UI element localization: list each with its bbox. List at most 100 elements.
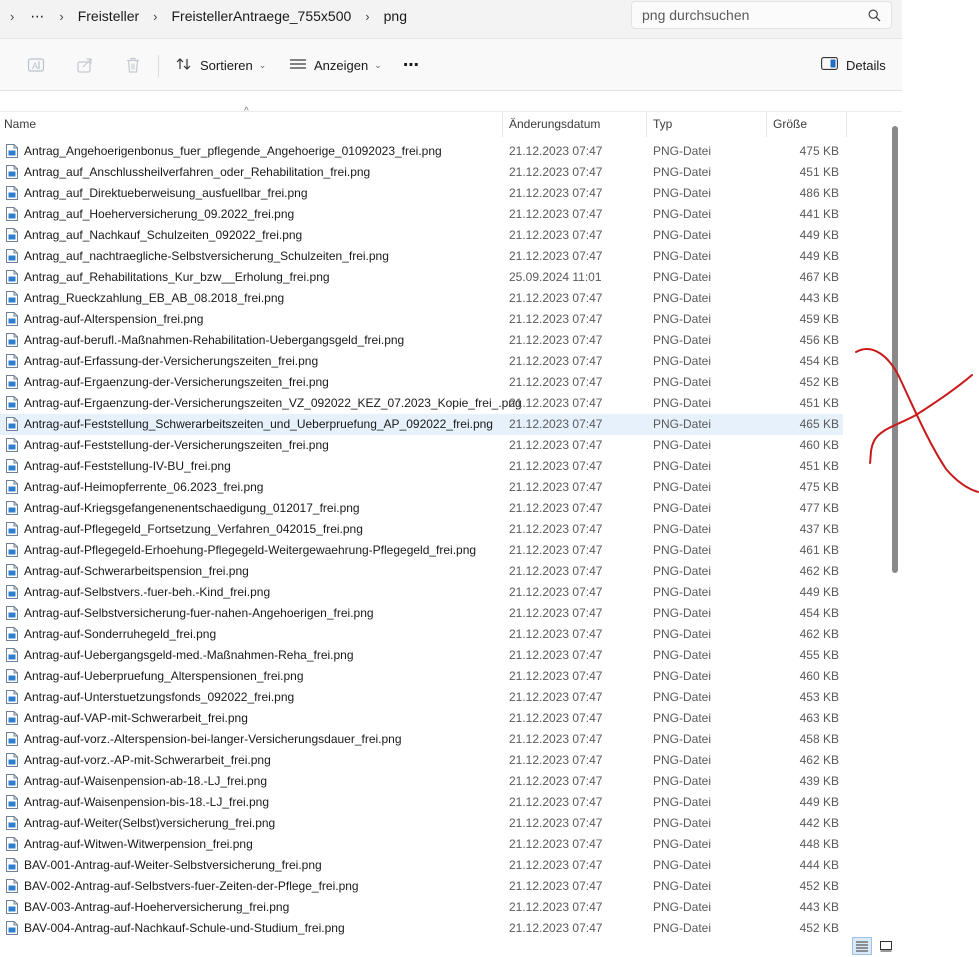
file-row[interactable]: Antrag-auf-Waisenpension-bis-18.-LJ_frei…	[0, 792, 843, 813]
file-row[interactable]: Antrag-auf-Selbstvers.-fuer-beh.-Kind_fr…	[0, 582, 843, 603]
png-file-icon	[6, 858, 18, 872]
share-icon[interactable]	[74, 54, 96, 76]
column-header-size[interactable]: Größe	[773, 112, 807, 137]
png-file-icon	[6, 627, 18, 641]
file-size: 454 KB	[799, 354, 839, 368]
png-file-icon	[6, 186, 18, 200]
file-row[interactable]: Antrag-auf-Witwen-Witwerpension_frei.png…	[0, 834, 843, 855]
file-size: 453 KB	[799, 690, 839, 704]
file-type: PNG-Datei	[653, 879, 712, 893]
file-name: Antrag_auf_Rehabilitations_Kur_bzw__Erho…	[24, 270, 330, 284]
file-row[interactable]: Antrag-auf-Sonderruhegeld_frei.png 21.12.…	[0, 624, 843, 645]
column-header-type[interactable]: Typ	[653, 112, 672, 137]
file-row[interactable]: BAV-001-Antrag-auf-Weiter-Selbstversiche…	[0, 855, 843, 876]
file-row[interactable]: Antrag_Rueckzahlung_EB_AB_08.2018_frei.p…	[0, 288, 843, 309]
file-row[interactable]: Antrag-auf-VAP-mit-Schwerarbeit_frei.png…	[0, 708, 843, 729]
view-label: Anzeigen	[314, 57, 369, 73]
file-date: 21.12.2023 07:47	[509, 312, 603, 326]
column-divider[interactable]	[846, 112, 847, 137]
file-row[interactable]: Antrag-auf-Waisenpension-ab-18.-LJ_frei.…	[0, 771, 843, 792]
file-name: Antrag-auf-Heimopferrente_06.2023_frei.p…	[24, 480, 264, 494]
png-file-icon	[6, 522, 18, 536]
breadcrumb-overflow-button[interactable]: ⋯	[30, 8, 45, 25]
file-row[interactable]: Antrag-auf-Uebergangsgeld-med.-Maßnahmen…	[0, 645, 843, 666]
file-size: 475 KB	[799, 144, 839, 158]
rename-icon[interactable]: A	[25, 54, 47, 76]
file-row[interactable]: Antrag-auf-Erfassung-der-Versicherungsze…	[0, 351, 843, 372]
file-size: 443 KB	[799, 291, 839, 305]
file-row[interactable]: Antrag-auf-Weiter(Selbst)versicherung_fr…	[0, 813, 843, 834]
file-row[interactable]: Antrag-auf-Ergaenzung-der-Versicherungsz…	[0, 372, 843, 393]
delete-icon[interactable]	[122, 54, 144, 76]
file-row[interactable]: BAV-004-Antrag-auf-Nachkauf-Schule-und-S…	[0, 918, 843, 939]
tiles-view-icon[interactable]	[876, 937, 896, 955]
file-name: Antrag-auf-Unterstuetzungsfonds_092022_f…	[24, 690, 295, 704]
file-date: 21.12.2023 07:47	[509, 396, 603, 410]
chevron-right-icon[interactable]: ›	[59, 9, 63, 24]
file-date: 25.09.2024 11:01	[509, 270, 602, 284]
file-type: PNG-Datei	[653, 333, 712, 347]
file-row[interactable]: Antrag-auf-Alterspension_frei.png 21.12.2…	[0, 309, 843, 330]
column-header-date[interactable]: Änderungsdatum	[509, 112, 600, 137]
view-button[interactable]: Anzeigen ⌄	[290, 52, 382, 78]
file-row[interactable]: Antrag-auf-Heimopferrente_06.2023_frei.p…	[0, 477, 843, 498]
file-row[interactable]: Antrag-auf-Feststellung_Schwerarbeitszei…	[0, 414, 843, 435]
file-type: PNG-Datei	[653, 669, 712, 683]
file-name: Antrag-auf-Pflegegeld_Fortsetzung_Verfah…	[24, 522, 363, 536]
file-row[interactable]: Antrag-auf-Feststellung-der-Versicherung…	[0, 435, 843, 456]
search-input[interactable]	[642, 5, 857, 25]
file-row[interactable]: Antrag-auf-Pflegegeld-Erhoehung-Pflegege…	[0, 540, 843, 561]
file-name: BAV-001-Antrag-auf-Weiter-Selbstversiche…	[24, 858, 322, 872]
file-size: 461 KB	[799, 543, 839, 557]
png-file-icon	[6, 165, 18, 179]
file-row[interactable]: Antrag_auf_Anschlussheilverfahren_oder_R…	[0, 162, 843, 183]
file-row[interactable]: Antrag-auf-Schwerarbeitspension_frei.png…	[0, 561, 843, 582]
file-name: Antrag_Angehoerigenbonus_fuer_pflegende_…	[24, 144, 442, 158]
breadcrumb-item-png[interactable]: png	[384, 8, 407, 24]
file-row[interactable]: Antrag_auf_Direktueberweisung_ausfuellba…	[0, 183, 843, 204]
chevron-right-icon[interactable]: ›	[10, 9, 14, 24]
breadcrumb-item-antraege-folder[interactable]: FreistellerAntraege_755x500	[172, 8, 352, 24]
chevron-right-icon[interactable]: ›	[365, 9, 369, 24]
file-name: Antrag-auf-vorz.-Alterspension-bei-lange…	[24, 732, 402, 746]
details-view-icon[interactable]	[852, 937, 872, 955]
file-size: 451 KB	[799, 459, 839, 473]
search-box[interactable]	[631, 1, 892, 29]
breadcrumb-item-freisteller[interactable]: Freisteller	[78, 8, 139, 24]
file-row[interactable]: Antrag-auf-Pflegegeld_Fortsetzung_Verfah…	[0, 519, 843, 540]
file-date: 21.12.2023 07:47	[509, 480, 603, 494]
file-row[interactable]: Antrag-auf-Feststellung-IV-BU_frei.png 21…	[0, 456, 843, 477]
column-header-name[interactable]: Name	[4, 112, 36, 137]
file-size: 449 KB	[799, 228, 839, 242]
file-row[interactable]: Antrag_auf_nachtraegliche-Selbstversiche…	[0, 246, 843, 267]
sort-label: Sortieren	[200, 57, 253, 73]
file-size: 452 KB	[799, 375, 839, 389]
search-icon[interactable]	[868, 9, 881, 25]
file-row[interactable]: Antrag-auf-Unterstuetzungsfonds_092022_f…	[0, 687, 843, 708]
file-row[interactable]: Antrag_Angehoerigenbonus_fuer_pflegende_…	[0, 141, 843, 162]
chevron-right-icon[interactable]: ›	[153, 9, 157, 24]
file-name: Antrag-auf-Sonderruhegeld_frei.png	[24, 627, 217, 641]
file-date: 21.12.2023 07:47	[509, 291, 603, 305]
column-divider[interactable]	[502, 112, 503, 137]
file-row[interactable]: Antrag-auf-Selbstversicherung-fuer-nahen…	[0, 603, 843, 624]
column-divider[interactable]	[766, 112, 767, 137]
file-row[interactable]: Antrag_auf_Rehabilitations_Kur_bzw__Erho…	[0, 267, 843, 288]
file-row[interactable]: Antrag-auf-berufl.-Maßnahmen-Rehabilitat…	[0, 330, 843, 351]
file-row[interactable]: BAV-003-Antrag-auf-Hoeherversicherung_fr…	[0, 897, 843, 918]
file-row[interactable]: Antrag-auf-vorz.-Alterspension-bei-lange…	[0, 729, 843, 750]
file-row[interactable]: Antrag-auf-vorz.-AP-mit-Schwerarbeit_fre…	[0, 750, 843, 771]
file-size: 460 KB	[799, 438, 839, 452]
file-row[interactable]: Antrag-auf-Ueberpruefung_Alterspensionen…	[0, 666, 843, 687]
file-row[interactable]: Antrag-auf-Kriegsgefangenenentschaedigun…	[0, 498, 843, 519]
file-row[interactable]: BAV-002-Antrag-auf-Selbstvers-fuer-Zeite…	[0, 876, 843, 897]
file-row[interactable]: Antrag_auf_Hoeherversicherung_09.2022_fr…	[0, 204, 843, 225]
column-divider[interactable]	[646, 112, 647, 137]
details-pane-button[interactable]: Details	[821, 52, 886, 78]
more-options-button[interactable]: ⋯	[403, 52, 420, 78]
file-date: 21.12.2023 07:47	[509, 648, 603, 662]
sort-button[interactable]: Sortieren ⌄	[176, 52, 266, 78]
file-row[interactable]: Antrag-auf-Ergaenzung-der-Versicherungsz…	[0, 393, 843, 414]
file-row[interactable]: Antrag_auf_Nachkauf_Schulzeiten_092022_f…	[0, 225, 843, 246]
file-type: PNG-Datei	[653, 606, 712, 620]
